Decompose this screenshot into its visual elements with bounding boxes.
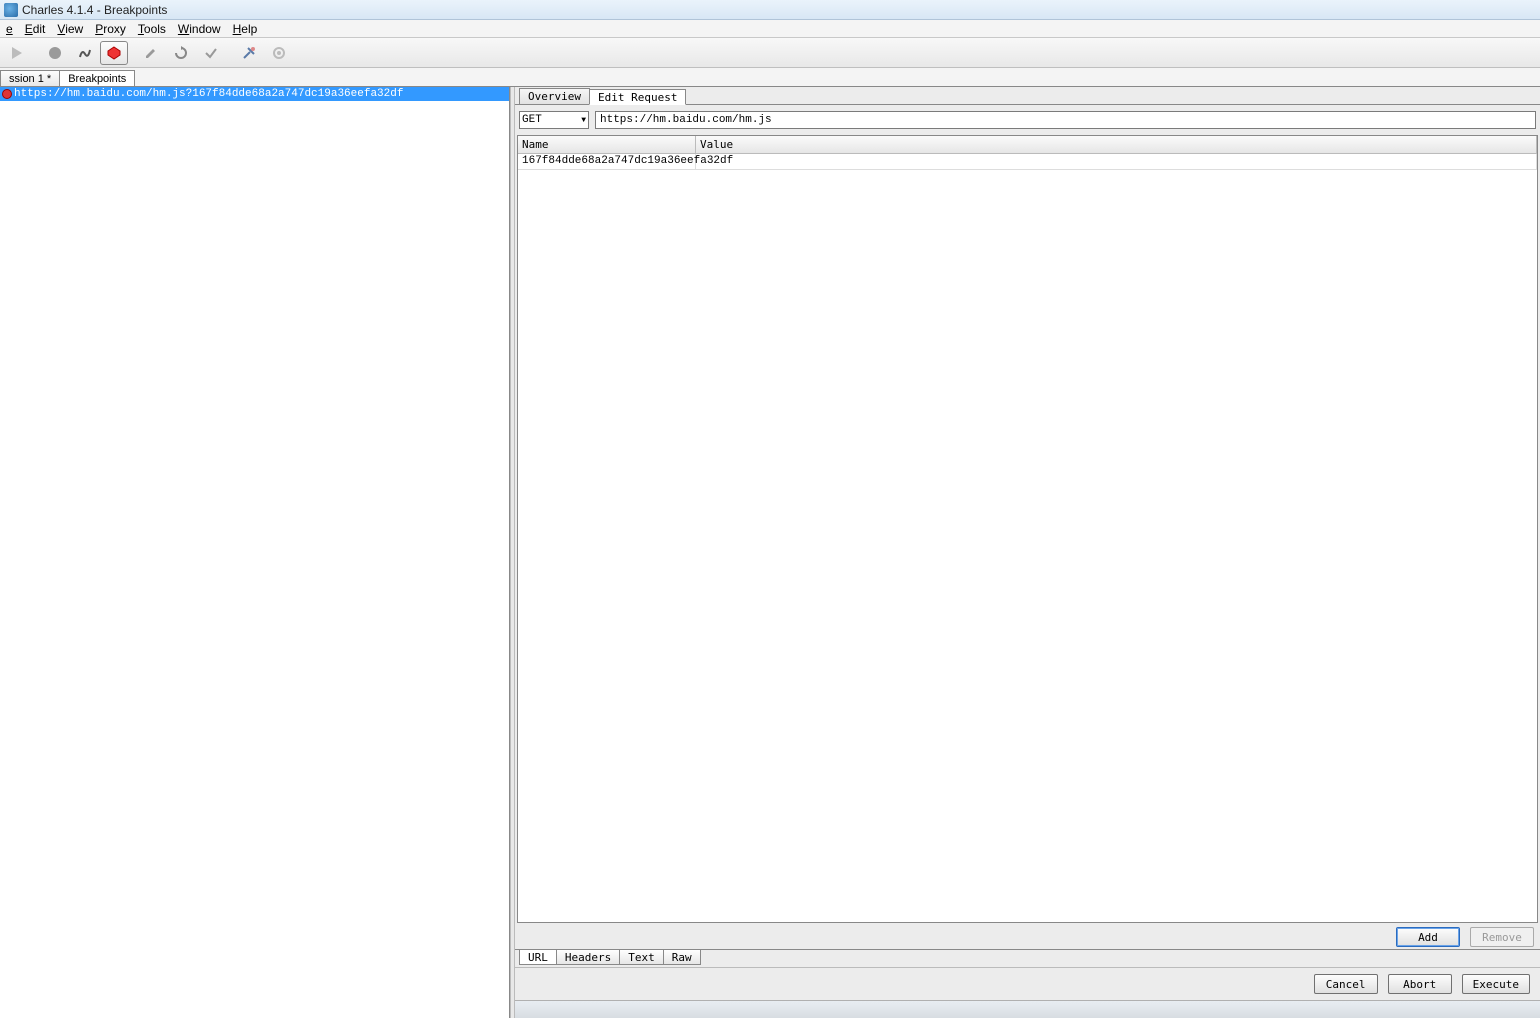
menu-tools[interactable]: Tools — [132, 20, 172, 38]
menubar: e Edit View Proxy Tools Window Help — [0, 20, 1540, 38]
bottom-tabs: URL Headers Text Raw — [515, 949, 1540, 967]
btab-url[interactable]: URL — [519, 950, 557, 965]
right-tabs: Overview Edit Request — [515, 87, 1540, 105]
request-icon — [2, 89, 12, 99]
cancel-button[interactable]: Cancel — [1314, 974, 1378, 994]
throttle-icon[interactable] — [72, 41, 98, 65]
method-value: GET — [522, 114, 542, 126]
method-row: GET ▼ https://hm.baidu.com/hm.js — [515, 105, 1540, 135]
add-button[interactable]: Add — [1396, 927, 1460, 947]
btab-text[interactable]: Text — [619, 950, 664, 965]
main-tabs: ssion 1 * Breakpoints — [0, 68, 1540, 86]
table-row[interactable]: 167f84dde68a2a747dc19a36eefa32df — [518, 154, 1537, 170]
tab-breakpoints[interactable]: Breakpoints — [59, 70, 135, 86]
menu-file[interactable]: e — [0, 20, 19, 38]
add-remove-row: Add Remove — [515, 923, 1540, 949]
cell-name: 167f84dde68a2a747dc19a36eefa32df — [518, 154, 696, 169]
window-title: Charles 4.1.4 - Breakpoints — [22, 3, 167, 17]
settings-icon[interactable] — [266, 41, 292, 65]
titlebar: Charles 4.1.4 - Breakpoints — [0, 0, 1540, 20]
rtab-overview[interactable]: Overview — [519, 88, 590, 104]
menu-edit[interactable]: Edit — [19, 20, 52, 38]
record-icon[interactable] — [42, 41, 68, 65]
action-row: Cancel Abort Execute — [515, 967, 1540, 1000]
rtab-edit-request[interactable]: Edit Request — [589, 89, 686, 105]
param-table-header: Name Value — [518, 136, 1537, 154]
menu-proxy[interactable]: Proxy — [89, 20, 132, 38]
right-pane: Overview Edit Request GET ▼ https://hm.b… — [515, 87, 1540, 1018]
dropdown-arrow-icon: ▼ — [581, 116, 586, 125]
url-input[interactable]: https://hm.baidu.com/hm.js — [595, 111, 1536, 129]
workarea: https://hm.baidu.com/hm.js?167f84dde68a2… — [0, 86, 1540, 1018]
cell-value — [696, 154, 1537, 169]
menu-view[interactable]: View — [51, 20, 89, 38]
btab-raw[interactable]: Raw — [663, 950, 701, 965]
breakpoint-entry[interactable]: https://hm.baidu.com/hm.js?167f84dde68a2… — [0, 87, 509, 101]
check-icon[interactable] — [198, 41, 224, 65]
menu-help[interactable]: Help — [227, 20, 264, 38]
col-name[interactable]: Name — [518, 136, 696, 153]
abort-button[interactable]: Abort — [1388, 974, 1452, 994]
left-pane: https://hm.baidu.com/hm.js?167f84dde68a2… — [0, 87, 510, 1018]
refresh-icon[interactable] — [168, 41, 194, 65]
tools-icon[interactable] — [236, 41, 262, 65]
breakpoints-icon[interactable] — [100, 41, 128, 65]
app-icon — [4, 3, 18, 17]
tab-session[interactable]: ssion 1 * — [0, 70, 60, 86]
btab-headers[interactable]: Headers — [556, 950, 620, 965]
remove-button[interactable]: Remove — [1470, 927, 1534, 947]
col-value[interactable]: Value — [696, 136, 1537, 153]
param-table: Name Value 167f84dde68a2a747dc19a36eefa3… — [517, 135, 1538, 923]
pencil-icon[interactable] — [138, 41, 164, 65]
toolbar — [0, 38, 1540, 68]
method-select[interactable]: GET ▼ — [519, 111, 589, 129]
execute-button[interactable]: Execute — [1462, 974, 1530, 994]
new-session-icon[interactable] — [4, 41, 30, 65]
statusbar — [515, 1000, 1540, 1018]
breakpoint-url: https://hm.baidu.com/hm.js?167f84dde68a2… — [14, 88, 403, 100]
menu-window[interactable]: Window — [172, 20, 227, 38]
